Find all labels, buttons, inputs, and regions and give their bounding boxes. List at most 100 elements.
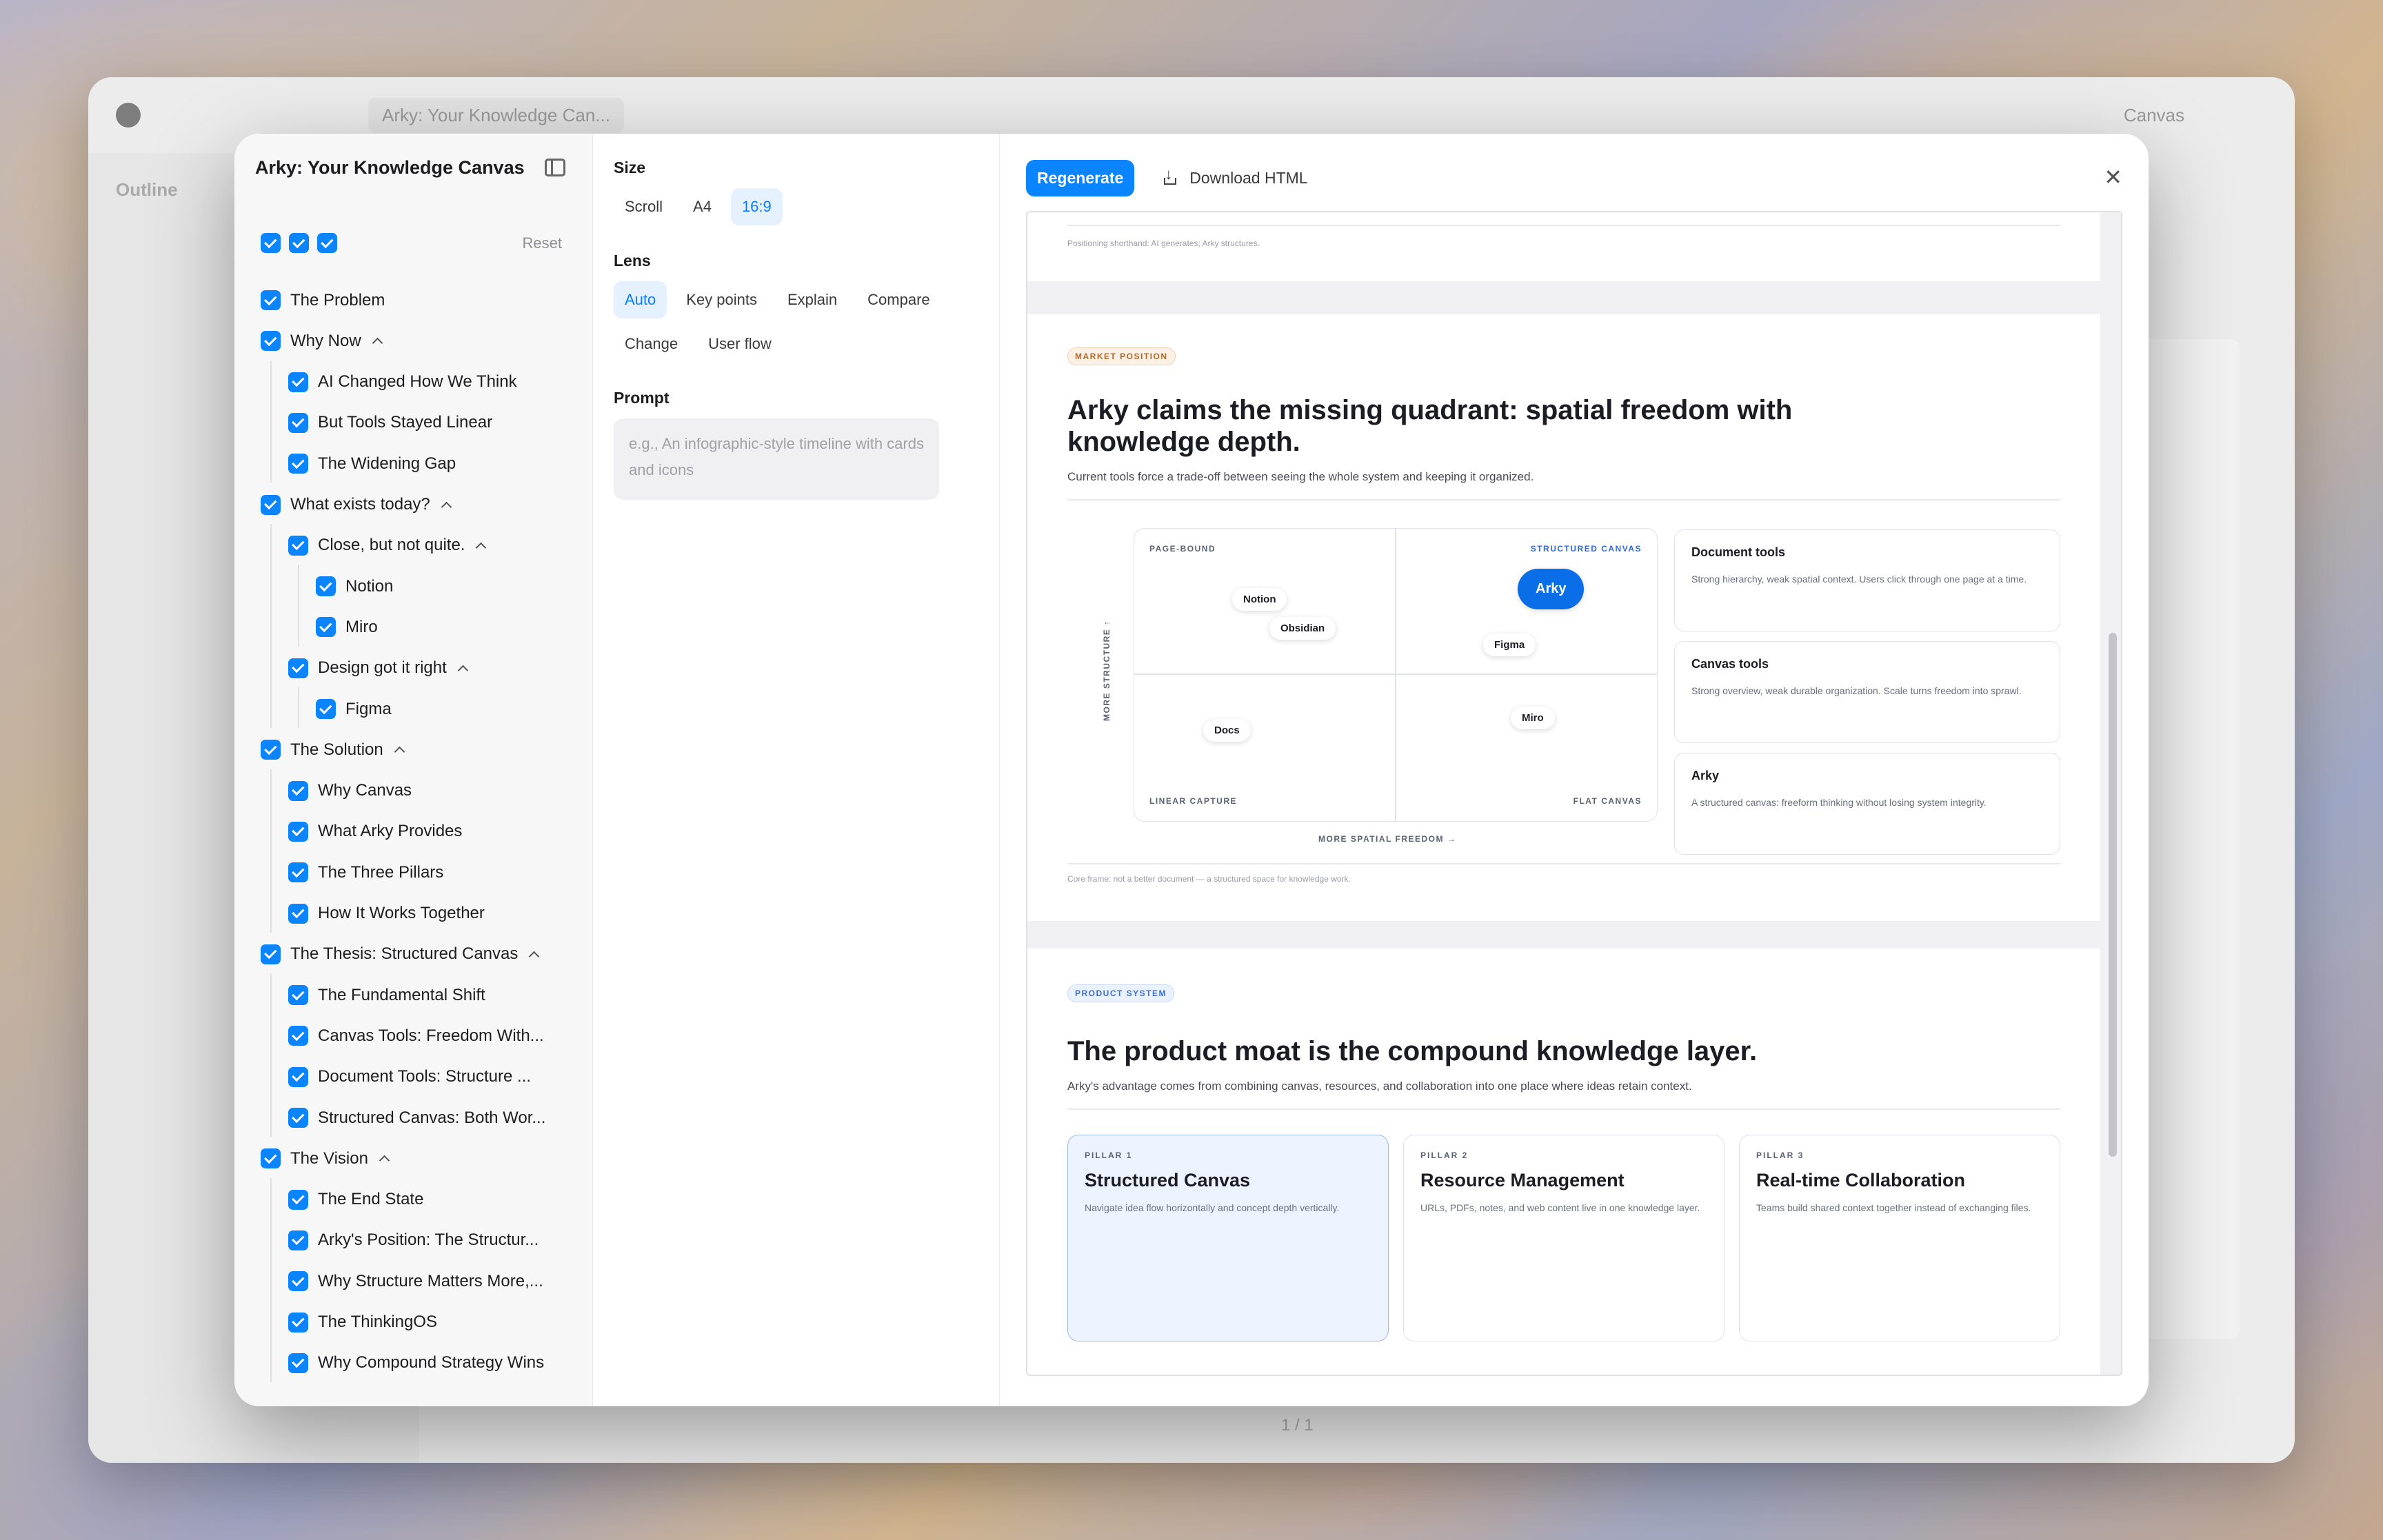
chevron-up-icon[interactable] (394, 747, 405, 758)
outline-item-checkbox[interactable] (261, 740, 281, 760)
app-logo-icon (116, 103, 141, 128)
outline-item[interactable]: The End State (288, 1179, 423, 1220)
lens-label: Lens (614, 252, 651, 270)
outline-item-checkbox[interactable] (288, 1066, 308, 1087)
download-html-button[interactable]: Download HTML (1162, 165, 1308, 188)
outline-item[interactable]: The Solution (261, 729, 405, 770)
lens-option[interactable]: Compare (856, 281, 941, 318)
lens-option[interactable]: Explain (776, 281, 848, 318)
outline-item[interactable]: Miro (316, 607, 378, 647)
outline-item-checkbox[interactable] (288, 372, 308, 392)
size-option[interactable]: 16:9 (730, 188, 783, 225)
outline-item-label: The ThinkingOS (318, 1313, 437, 1331)
preview-scrollbar[interactable] (2109, 233, 2117, 1354)
close-icon[interactable]: ✕ (2104, 164, 2122, 190)
outline-item-label: Why Compound Strategy Wins (318, 1353, 545, 1372)
outline-item[interactable]: Why Structure Matters More,... (288, 1261, 543, 1301)
select-level-2-checkbox[interactable] (289, 233, 309, 253)
outline-item-checkbox[interactable] (261, 1148, 281, 1169)
outline-item-label: Canvas Tools: Freedom With... (318, 1026, 544, 1045)
slide-tag: PRODUCT SYSTEM (1067, 984, 1175, 1002)
prompt-label: Prompt (614, 389, 670, 407)
chevron-up-icon[interactable] (441, 501, 452, 512)
outline-item-checkbox[interactable] (316, 617, 336, 638)
outline-item[interactable]: Structured Canvas: Both Wor... (288, 1097, 545, 1138)
outline-item-label: How It Works Together (318, 904, 485, 922)
outline-item-checkbox[interactable] (288, 1189, 308, 1210)
outline-item-checkbox[interactable] (288, 862, 308, 883)
outline-item-checkbox[interactable] (288, 1108, 308, 1128)
outline-item[interactable]: The Thesis: Structured Canvas (261, 934, 540, 975)
lens-option[interactable]: Change (614, 325, 689, 363)
outline-item[interactable]: The Widening Gap (288, 443, 456, 484)
outline-item[interactable]: Canvas Tools: Freedom With... (288, 1015, 544, 1056)
outline-item-label: Miro (345, 617, 378, 636)
outline-item-checkbox[interactable] (261, 331, 281, 352)
outline-item[interactable]: What exists today? (261, 485, 452, 525)
outline-item-checkbox[interactable] (288, 412, 308, 433)
sidebar-toggle-icon[interactable] (545, 159, 565, 176)
outline-item-checkbox[interactable] (288, 903, 308, 924)
pillar-kicker: PILLAR 1 (1085, 1151, 1133, 1160)
chevron-up-icon[interactable] (529, 951, 540, 962)
outline-item[interactable]: The Three Pillars (288, 852, 443, 893)
select-level-3-checkbox[interactable] (317, 233, 337, 253)
outline-item-checkbox[interactable] (288, 1230, 308, 1250)
outline-item-checkbox[interactable] (288, 1352, 308, 1373)
outline-item[interactable]: The Vision (261, 1138, 390, 1179)
outline-item[interactable]: Why Now (261, 321, 383, 361)
outline-item-checkbox[interactable] (288, 1312, 308, 1333)
slide-footnote: Core frame: not a better document — a st… (1067, 874, 1351, 884)
divider (1067, 863, 2060, 864)
outline-item[interactable]: The Problem (261, 280, 385, 321)
reset-button[interactable]: Reset (523, 234, 562, 252)
chevron-up-icon[interactable] (457, 665, 469, 676)
chevron-up-icon[interactable] (379, 1155, 390, 1166)
prompt-input[interactable]: e.g., An infographic-style timeline with… (614, 418, 939, 500)
outline-item[interactable]: Why Canvas (288, 771, 412, 811)
lens-option[interactable]: Auto (614, 281, 667, 318)
preview-canvas[interactable]: Positioning shorthand: AI generates; Ark… (1026, 211, 2122, 1376)
preview-scrollbar-thumb[interactable] (2109, 633, 2117, 1157)
outline-item-label: The Three Pillars (318, 862, 444, 882)
outline-item[interactable]: Notion (316, 566, 393, 607)
quadrant-label-page-bound: PAGE-BOUND (1149, 544, 1216, 554)
outline-item-checkbox[interactable] (261, 944, 281, 964)
outline-item[interactable]: Design got it right (288, 648, 469, 689)
outline-item-checkbox[interactable] (288, 821, 308, 842)
pillar-title: Real-time Collaboration (1756, 1170, 1966, 1191)
outline-item[interactable]: What Arky Provides (288, 811, 462, 852)
outline-item-checkbox[interactable] (261, 290, 281, 310)
outline-item-checkbox[interactable] (288, 1271, 308, 1292)
outline-item[interactable]: Arky's Position: The Structur... (288, 1220, 539, 1261)
outline-item[interactable]: Document Tools: Structure ... (288, 1057, 531, 1097)
outline-item[interactable]: Why Compound Strategy Wins (288, 1343, 544, 1384)
outline-item-checkbox[interactable] (288, 658, 308, 678)
outline-item-checkbox[interactable] (261, 494, 281, 515)
outline-item-checkbox[interactable] (288, 985, 308, 1006)
size-option[interactable]: Scroll (614, 188, 674, 225)
outline-item[interactable]: AI Changed How We Think (288, 362, 517, 403)
lens-option[interactable]: Key points (675, 281, 768, 318)
outline-item-checkbox[interactable] (288, 1026, 308, 1046)
outline-item[interactable]: How It Works Together (288, 893, 485, 934)
outline-item-checkbox[interactable] (288, 780, 308, 801)
outline-item[interactable]: Close, but not quite. (288, 525, 487, 566)
outline-item[interactable]: But Tools Stayed Linear (288, 403, 492, 443)
outline-item-checkbox[interactable] (316, 576, 336, 597)
outline-item-checkbox[interactable] (288, 454, 308, 474)
regenerate-button[interactable]: Regenerate (1026, 159, 1135, 196)
slide-tag: MARKET POSITION (1067, 347, 1176, 365)
chevron-up-icon[interactable] (372, 338, 383, 349)
chevron-up-icon[interactable] (476, 542, 487, 554)
outline-guide-line (270, 769, 272, 933)
lens-option[interactable]: User flow (697, 325, 783, 363)
outline-item-checkbox[interactable] (316, 699, 336, 719)
outline-item[interactable]: The Fundamental Shift (288, 975, 485, 1015)
size-options: Scroll A4 16:9 (614, 188, 978, 225)
outline-item[interactable]: The ThinkingOS (288, 1302, 437, 1343)
select-level-1-checkbox[interactable] (261, 233, 281, 253)
outline-item-checkbox[interactable] (288, 535, 308, 556)
size-option[interactable]: A4 (682, 188, 723, 225)
outline-item[interactable]: Figma (316, 689, 392, 729)
